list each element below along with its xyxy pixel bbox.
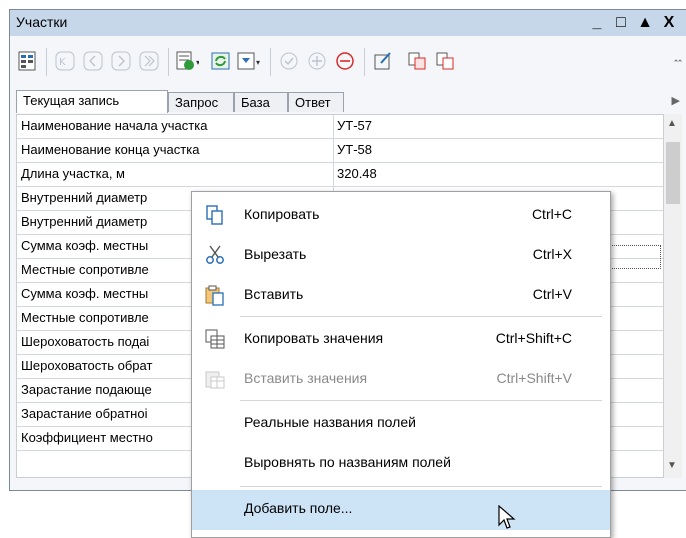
menu-item-add-field[interactable]: Добавить поле... (192, 490, 610, 530)
menu-item-cut[interactable]: Вырезать Ctrl+X (192, 236, 610, 276)
tab-current-record[interactable]: Текущая запись (16, 90, 168, 113)
paste-icon (204, 284, 226, 306)
menu-item-real-field-names[interactable]: Реальные названия полей (192, 404, 610, 444)
first-record-icon[interactable]: K (52, 48, 78, 74)
minimize-button[interactable]: _ (588, 13, 606, 33)
mouse-cursor-icon (498, 505, 516, 529)
svg-text:▾: ▾ (256, 58, 260, 67)
last-record-icon[interactable] (136, 48, 162, 74)
edit-icon[interactable] (370, 48, 396, 74)
filter-icon[interactable]: ▾ (236, 48, 262, 74)
menu-item-paste-values[interactable]: Вставить значения Ctrl+Shift+V (192, 360, 610, 400)
svg-text:▾: ▾ (196, 58, 199, 67)
tab-base[interactable]: База (234, 92, 288, 112)
collapse-button[interactable]: ▲ (636, 13, 654, 33)
prev-record-icon[interactable] (80, 48, 106, 74)
scissors-icon (204, 244, 226, 266)
refresh-icon[interactable] (208, 48, 234, 74)
svg-text:K: K (59, 57, 66, 68)
menu-item-copy-values[interactable]: Копировать значения Ctrl+Shift+C (192, 320, 610, 360)
menu-item-copy[interactable]: Копировать Ctrl+C (192, 196, 610, 236)
fields-icon[interactable] (14, 48, 40, 74)
focused-cell-outline (609, 245, 661, 269)
table-row[interactable]: Наименование конца участка УТ-58 (17, 139, 663, 163)
toolbar: K ▾ ▾ ꞈꞈ (10, 36, 686, 88)
maximize-button[interactable]: □ (612, 13, 630, 33)
paste-record-icon[interactable] (432, 48, 458, 74)
close-button[interactable]: X (660, 13, 678, 33)
context-menu: Копировать Ctrl+C Вырезать Ctrl+X Встави… (191, 191, 611, 538)
scroll-down-icon[interactable]: ▼ (667, 460, 677, 471)
scrollbar-thumb[interactable] (666, 142, 680, 204)
window-title: Участки (16, 14, 68, 30)
tabs-scroll-right-icon[interactable]: ▶ (672, 94, 680, 107)
title-bar[interactable]: Участки _ □ ▲ X (10, 10, 686, 36)
form-view-icon[interactable]: ▾ (174, 48, 200, 74)
next-record-icon[interactable] (108, 48, 134, 74)
copy-record-icon[interactable] (404, 48, 430, 74)
delete-record-icon[interactable] (332, 48, 358, 74)
add-record-icon[interactable] (304, 48, 330, 74)
menu-item-align-by-field-names[interactable]: Выровнять по названиям полей (192, 444, 610, 484)
apply-icon[interactable] (276, 48, 302, 74)
toolbar-overflow-icon[interactable]: ꞈꞈ (674, 48, 682, 62)
copy-values-icon (204, 328, 226, 350)
table-row[interactable]: Длина участка, м 320.48 (17, 163, 663, 187)
copy-icon (204, 204, 226, 226)
table-row[interactable]: Наименование начала участка УТ-57 (17, 115, 663, 139)
scroll-up-icon[interactable]: ▲ (667, 118, 677, 129)
tab-answer[interactable]: Ответ (288, 92, 344, 112)
tab-query[interactable]: Запрос (168, 92, 234, 112)
tab-strip: Текущая запись Запрос База Ответ ▶ (16, 90, 684, 114)
menu-item-paste[interactable]: Вставить Ctrl+V (192, 276, 610, 316)
paste-values-icon (204, 368, 226, 390)
vertical-scrollbar[interactable]: ▲ ▼ (664, 114, 682, 478)
